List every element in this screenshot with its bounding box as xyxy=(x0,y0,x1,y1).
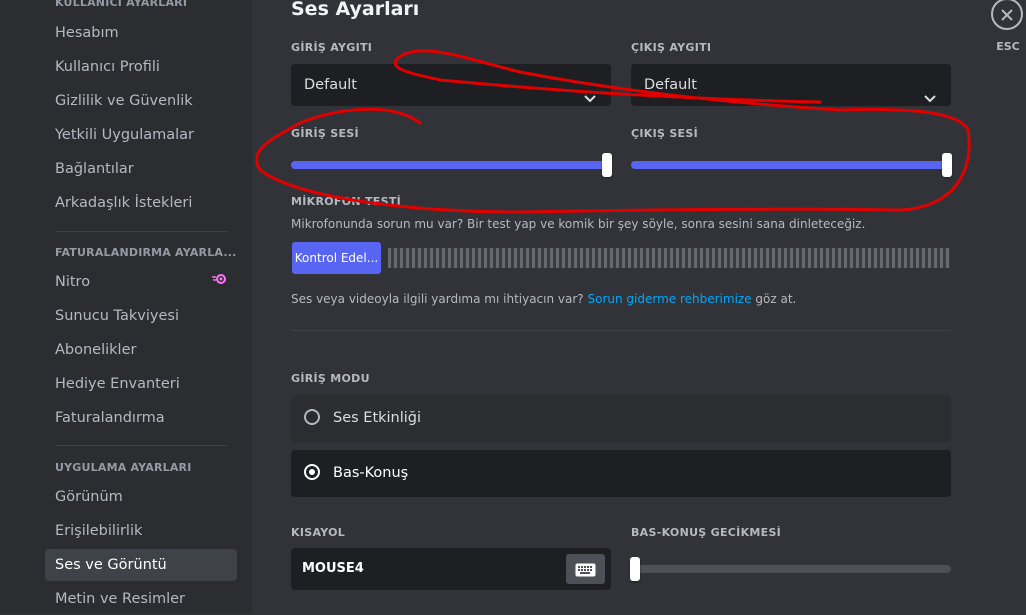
ptt-delay-label: BAS-KONUŞ GECİKMESİ xyxy=(631,526,782,539)
sidebar-item-erisilebilirlik[interactable]: Erişilebilirlik xyxy=(45,515,237,547)
output-volume-label: ÇIKIŞ SESİ xyxy=(631,127,698,140)
settings-sidebar: KULLANICI AYARLARI Hesabım Kullanıcı Pro… xyxy=(0,0,252,614)
chevron-down-icon xyxy=(923,79,937,121)
output-volume-slider[interactable] xyxy=(631,153,952,177)
sidebar-item-hediye-envanteri[interactable]: Hediye Envanteri xyxy=(45,368,237,400)
keybind-value: MOUSE4 xyxy=(302,561,364,576)
esc-label: ESC xyxy=(996,40,1020,53)
output-device-select[interactable]: Default xyxy=(631,64,951,106)
output-volume-handle[interactable] xyxy=(942,153,952,177)
input-mode-label: GİRİŞ MODU xyxy=(291,372,370,385)
radio-push-to-talk[interactable] xyxy=(304,464,320,480)
mic-test-label: MİKROFON TESTİ xyxy=(291,195,402,208)
sidebar-item-arkadaslik-istekleri[interactable]: Arkadaşlık İstekleri xyxy=(45,187,237,219)
mic-test-description: Mikrofonunda sorun mu var? Bir test yap … xyxy=(291,217,866,231)
input-mode-voice-activity[interactable]: Ses Etkinliği xyxy=(291,395,951,442)
input-volume-slider[interactable] xyxy=(291,153,612,177)
mic-level-meter xyxy=(388,248,950,268)
input-volume-fill xyxy=(291,161,607,169)
sidebar-item-sunucu-takviyesi[interactable]: Sunucu Takviyesi xyxy=(45,300,237,332)
mic-level-bars xyxy=(388,248,950,268)
sidebar-divider xyxy=(55,445,227,446)
sidebar-item-gorunum[interactable]: Görünüm xyxy=(45,481,237,513)
shortcut-label: KISAYOL xyxy=(291,526,346,539)
keybind-recorder[interactable]: MOUSE4 xyxy=(291,548,611,590)
close-icon xyxy=(1000,7,1014,26)
input-device-value: Default xyxy=(304,77,357,93)
input-device-select[interactable]: Default xyxy=(291,64,611,106)
sidebar-item-kullanici-profili[interactable]: Kullanıcı Profili xyxy=(45,51,237,83)
close-button[interactable] xyxy=(991,0,1023,30)
output-device-value: Default xyxy=(644,77,697,93)
section-divider xyxy=(291,330,951,331)
mic-test-button[interactable]: Kontrol Edel... xyxy=(292,242,381,274)
input-volume-handle[interactable] xyxy=(602,153,612,177)
sidebar-item-label: Nitro xyxy=(55,274,91,290)
page-title: Ses Ayarları xyxy=(291,0,420,20)
voice-settings-panel: Ses Ayarları GİRİŞ AYGITI Default ÇIKIŞ … xyxy=(252,0,1026,614)
edit-keybind-button[interactable] xyxy=(566,554,605,584)
input-device-label: GİRİŞ AYGITI xyxy=(291,41,373,54)
input-mode-push-to-talk[interactable]: Bas-Konuş xyxy=(291,450,951,497)
ptt-delay-slider[interactable] xyxy=(630,557,951,581)
sidebar-item-gizlilik-ve-guvenlik[interactable]: Gizlilik ve Güvenlik xyxy=(45,85,237,117)
radio-label-voice-activity: Ses Etkinliği xyxy=(333,410,422,426)
output-device-label: ÇIKIŞ AYGITI xyxy=(631,41,712,54)
output-volume-fill xyxy=(631,161,947,169)
input-volume-label: GİRİŞ SESİ xyxy=(291,127,359,140)
sidebar-item-hesabim[interactable]: Hesabım xyxy=(45,17,237,49)
sidebar-item-baglantilar[interactable]: Bağlantılar xyxy=(45,153,237,185)
sidebar-item-faturalandirma[interactable]: Faturalandırma xyxy=(45,402,237,434)
sidebar-item-ses-ve-goruntu[interactable]: Ses ve Görüntü xyxy=(45,549,237,581)
troubleshooting-link[interactable]: Sorun giderme rehberimize xyxy=(587,292,751,306)
help-text: Ses veya videoyla ilgili yardıma mı ihti… xyxy=(291,292,796,306)
sidebar-item-yetkili-uygulamalar[interactable]: Yetkili Uygulamalar xyxy=(45,119,237,151)
sidebar-divider xyxy=(55,231,227,232)
keyboard-icon xyxy=(575,562,596,581)
radio-voice-activity[interactable] xyxy=(304,409,320,425)
ptt-delay-handle[interactable] xyxy=(630,557,640,581)
help-suffix: göz at. xyxy=(751,292,797,306)
sidebar-heading-billing-settings: FATURALANDIRMA AYARLA... xyxy=(55,246,237,259)
sidebar-item-nitro[interactable]: Nitro xyxy=(45,266,237,298)
sidebar-item-abonelikler[interactable]: Abonelikler xyxy=(45,334,237,366)
sidebar-heading-user-settings: KULLANICI AYARLARI xyxy=(55,0,188,9)
help-prefix: Ses veya videoyla ilgili yardıma mı ihti… xyxy=(291,292,588,306)
sidebar-heading-app-settings: UYGULAMA AYARLARI xyxy=(55,461,192,474)
radio-label-push-to-talk: Bas-Konuş xyxy=(333,465,409,481)
sidebar-item-metin-ve-resimler[interactable]: Metin ve Resimler xyxy=(45,583,237,615)
nitro-icon xyxy=(211,266,227,298)
chevron-down-icon xyxy=(583,79,597,121)
